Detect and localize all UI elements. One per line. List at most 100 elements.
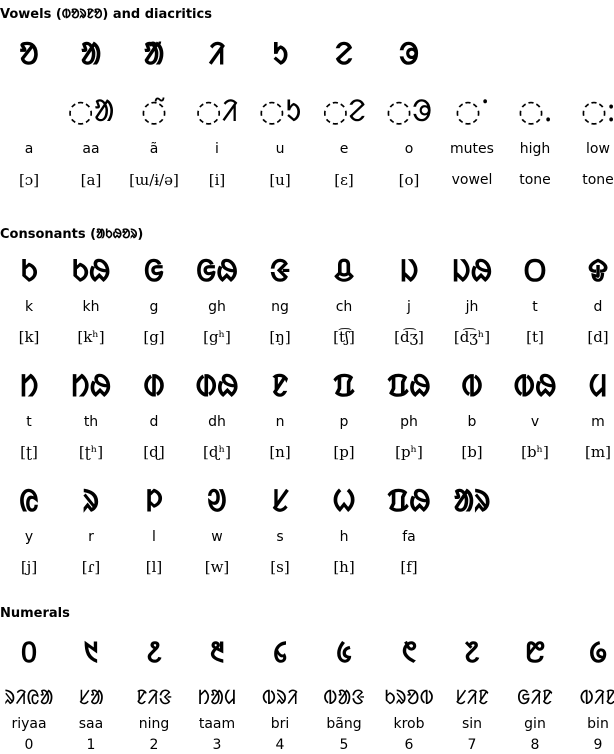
consonant-glyph: ᱱ <box>271 369 289 404</box>
numeral-name: bin <box>587 716 609 732</box>
numeral-glyph: ᱗ <box>464 636 480 669</box>
vowel-name: u <box>275 141 285 157</box>
numeral-digit: 7 <box>467 737 477 753</box>
consonant-ipa: [f] <box>400 558 418 576</box>
numeral-name: taam <box>198 716 236 732</box>
consonant-glyph: ᱢ <box>588 369 608 404</box>
consonant-glyph: ᱫ <box>587 254 609 289</box>
consonant-name: t <box>26 414 32 430</box>
vowel-ipa: [ɯ/ɨ/ə] <box>129 171 179 189</box>
consonant-name: fa <box>402 529 416 545</box>
numeral-name: gin <box>524 716 546 732</box>
consonant-glyph: ᱭ <box>19 484 39 519</box>
consonant-ipa: [j] <box>20 558 38 576</box>
consonant-ipa: [b] <box>461 443 483 461</box>
vowel-glyph: ᱳ <box>398 37 420 72</box>
consonant-name: n <box>275 414 285 430</box>
consonant-name: v <box>530 414 540 430</box>
consonant-ipa: [ɖʰ] <box>203 443 231 461</box>
vowel-glyph: ᱟ̃ <box>143 37 165 72</box>
consonant-name: w <box>211 529 223 545</box>
consonants-heading: Consonants (ᱟᱠᱷᱚᱨ) <box>0 227 144 242</box>
vowel-name: o <box>404 141 414 157</box>
numeral-digit: 1 <box>86 737 96 753</box>
consonant-ipa: [ŋ] <box>269 328 291 346</box>
consonant-ipa: [l] <box>145 558 163 576</box>
diacritic-glyph: ◌ᱳ <box>385 94 433 129</box>
vowel-name: i <box>215 141 219 157</box>
consonant-ipa: [ɖ] <box>143 443 165 461</box>
diacritic-glyph: ◌ᱩ <box>258 94 302 129</box>
numeral-word: ᱨᱤᱭᱟ <box>4 685 54 709</box>
consonant-name: m <box>591 414 605 430</box>
consonant-glyph: ᱵᱷ <box>513 369 557 404</box>
consonant-ipa: [m] <box>585 443 611 461</box>
vowel-ipa: [o] <box>398 171 420 189</box>
numeral-word: ᱴᱟᱢ <box>197 685 237 709</box>
consonant-name: l <box>152 529 156 545</box>
consonant-ipa: [h] <box>333 558 355 576</box>
diacritic-mark-name: mutes <box>450 141 494 157</box>
numeral-digit: 5 <box>339 737 349 753</box>
numeral-glyph: ᱙ <box>589 636 607 669</box>
consonant-ipa: [gʰ] <box>203 328 231 346</box>
numeral-word: ᱱᱤᱝ <box>135 685 173 709</box>
consonant-name: d <box>593 299 603 315</box>
numeral-glyph: ᱓ <box>209 636 225 669</box>
diacritic-mark-desc: tone <box>519 172 551 188</box>
numeral-digit: 3 <box>212 737 222 753</box>
consonant-ipa: [ʈ] <box>20 443 38 461</box>
numeral-digit: 9 <box>593 737 603 753</box>
consonant-glyph: ᱰ <box>143 369 165 404</box>
consonant-name: gh <box>208 299 226 315</box>
vowel-ipa: [ɔ] <box>18 171 40 189</box>
consonant-glyph: ᱠ <box>20 254 38 289</box>
consonant-ipa: [bʰ] <box>521 443 549 461</box>
diacritic-mark-name: high <box>519 141 551 157</box>
vowel-glyph: ᱟ <box>80 37 102 72</box>
numeral-name: bãng <box>326 716 362 732</box>
diacritic-glyph: ◌ᱟ <box>67 94 115 129</box>
numeral-word: ᱥᱤᱱ <box>454 685 490 709</box>
consonant-name: p <box>339 414 349 430</box>
vowel-glyph: ᱚ <box>19 37 39 72</box>
vowel-ipa: [ɛ] <box>334 171 354 189</box>
numeral-glyph: ᱘ <box>525 636 545 669</box>
diacritic-mark-desc: tone <box>582 172 614 188</box>
vowel-name: e <box>339 141 349 157</box>
numeral-glyph: ᱑ <box>83 636 99 669</box>
consonant-name: t <box>532 299 538 315</box>
consonant-name: b <box>467 414 477 430</box>
numeral-name: saa <box>78 716 104 732</box>
consonant-ipa: [ʈʰ] <box>78 443 104 461</box>
consonant-name: j <box>407 299 411 315</box>
consonant-glyph: ᱝ <box>269 254 291 289</box>
consonant-ipa: [w] <box>204 558 230 576</box>
numeral-word: ᱜᱤᱱ <box>516 685 554 709</box>
consonant-glyph: ᱡ <box>399 254 419 289</box>
consonant-ipa: [t͡ʃ] <box>333 328 355 346</box>
consonant-name: ng <box>271 299 289 315</box>
diacritic-mark-glyph: ◌ᱺ <box>580 94 614 129</box>
consonant-ipa: [n] <box>269 443 291 461</box>
consonant-glyph: ᱥ <box>271 484 289 519</box>
consonant-glyph: ᱦ <box>332 484 356 519</box>
consonant-ipa: [kʰ] <box>77 328 105 346</box>
consonant-name: dh <box>208 414 226 430</box>
consonant-ipa: [s] <box>270 558 290 576</box>
vowel-ipa: [u] <box>269 171 291 189</box>
consonant-name: k <box>24 299 34 315</box>
consonant-glyph: ᱯ <box>333 369 355 404</box>
vowel-glyph: ᱤ <box>208 37 226 72</box>
consonant-ipa: [g] <box>143 328 165 346</box>
numeral-word: ᱠᱨᱚᱵ <box>384 685 434 709</box>
numeral-digit: 6 <box>404 737 414 753</box>
numeral-word: ᱥᱟ <box>78 685 104 709</box>
vowel-glyph: ᱩ <box>271 37 289 72</box>
consonant-name: kh <box>82 299 100 315</box>
consonant-name: ch <box>335 299 353 315</box>
numeral-name: sin <box>461 716 483 732</box>
numeral-name: ning <box>138 716 170 732</box>
numeral-digit: 0 <box>24 737 34 753</box>
consonant-ipa: [d͡ʒ] <box>394 328 424 346</box>
